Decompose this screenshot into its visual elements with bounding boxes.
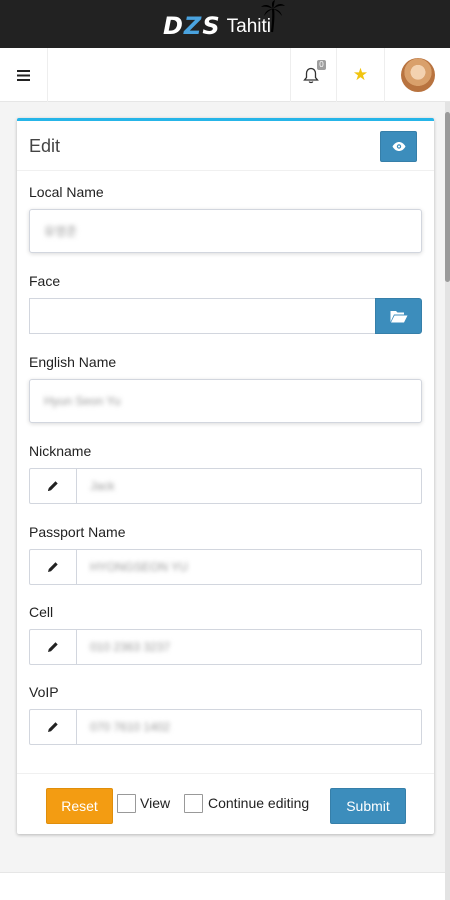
- edit-form-card: Edit Local Name 유영준 Face English Name Hy…: [17, 118, 434, 834]
- english-name-value: Hyun Seon Yu: [44, 394, 121, 408]
- face-file-input[interactable]: [29, 298, 376, 334]
- english-name-label: English Name: [29, 354, 117, 370]
- pencil-icon: [48, 481, 58, 491]
- continue-editing-checkbox[interactable]: [184, 794, 203, 813]
- favorites-button[interactable]: ★: [336, 48, 384, 102]
- nickname-addon: [30, 469, 77, 503]
- form-footer: Reset View Continue editing Submit: [17, 773, 434, 837]
- page-scrollbar[interactable]: [445, 102, 450, 900]
- passport-name-addon: [30, 550, 77, 584]
- hamburger-icon: [17, 69, 30, 81]
- eye-icon: [392, 142, 405, 151]
- cell-addon: [30, 630, 77, 664]
- cell-value: 010 2363 3237: [90, 640, 171, 654]
- local-name-input[interactable]: 유영준: [29, 209, 422, 253]
- user-menu-button[interactable]: [384, 48, 450, 102]
- scrollbar-thumb[interactable]: [445, 112, 450, 282]
- local-name-label: Local Name: [29, 184, 104, 200]
- notification-count-badge: 0: [317, 60, 326, 70]
- passport-name-label: Passport Name: [29, 524, 126, 540]
- reset-button[interactable]: Reset: [46, 788, 113, 824]
- passport-name-value: HYONGSEON YU: [90, 560, 188, 574]
- view-checkbox[interactable]: [117, 794, 136, 813]
- voip-input-group[interactable]: 070 7610 1402: [29, 709, 422, 745]
- card-title: Edit: [29, 136, 61, 156]
- face-browse-button[interactable]: [375, 298, 422, 334]
- pencil-icon: [48, 562, 58, 572]
- english-name-input[interactable]: Hyun Seon Yu: [29, 379, 422, 423]
- brand-letter-z: Z: [183, 12, 203, 40]
- brand-logo[interactable]: DZS Tahiti: [163, 6, 271, 40]
- submit-button[interactable]: Submit: [330, 788, 406, 824]
- brand-name: DZS: [163, 12, 221, 40]
- view-checkbox-label[interactable]: View: [140, 795, 170, 811]
- pencil-icon: [48, 642, 58, 652]
- face-label: Face: [29, 273, 61, 289]
- nickname-label: Nickname: [29, 443, 92, 459]
- next-section-box: [0, 872, 445, 900]
- pencil-icon: [48, 722, 58, 732]
- voip-value: 070 7610 1402: [90, 720, 171, 734]
- cell-label: Cell: [29, 604, 54, 620]
- brand-letter-s: S: [202, 12, 221, 40]
- navbar: 0 ★: [0, 48, 450, 102]
- nickname-input-group[interactable]: Jack: [29, 468, 422, 504]
- menu-toggle-button[interactable]: [0, 48, 48, 102]
- continue-editing-label[interactable]: Continue editing: [208, 795, 309, 811]
- card-header: Edit: [17, 121, 434, 171]
- brand-letter-d: D: [163, 12, 184, 40]
- star-icon: ★: [352, 65, 369, 84]
- folder-open-icon: [390, 310, 407, 322]
- voip-addon: [30, 710, 77, 744]
- bell-icon: [303, 67, 319, 84]
- local-name-value: 유영준: [44, 224, 78, 239]
- top-brand-bar: DZS Tahiti: [0, 0, 450, 48]
- palm-tree-icon: [261, 0, 285, 33]
- view-record-button[interactable]: [380, 131, 417, 162]
- nickname-value: Jack: [90, 479, 115, 493]
- notifications-button[interactable]: 0: [290, 48, 336, 102]
- cell-input-group[interactable]: 010 2363 3237: [29, 629, 422, 665]
- avatar: [400, 58, 435, 92]
- voip-label: VoIP: [29, 684, 59, 700]
- passport-name-input-group[interactable]: HYONGSEON YU: [29, 549, 422, 585]
